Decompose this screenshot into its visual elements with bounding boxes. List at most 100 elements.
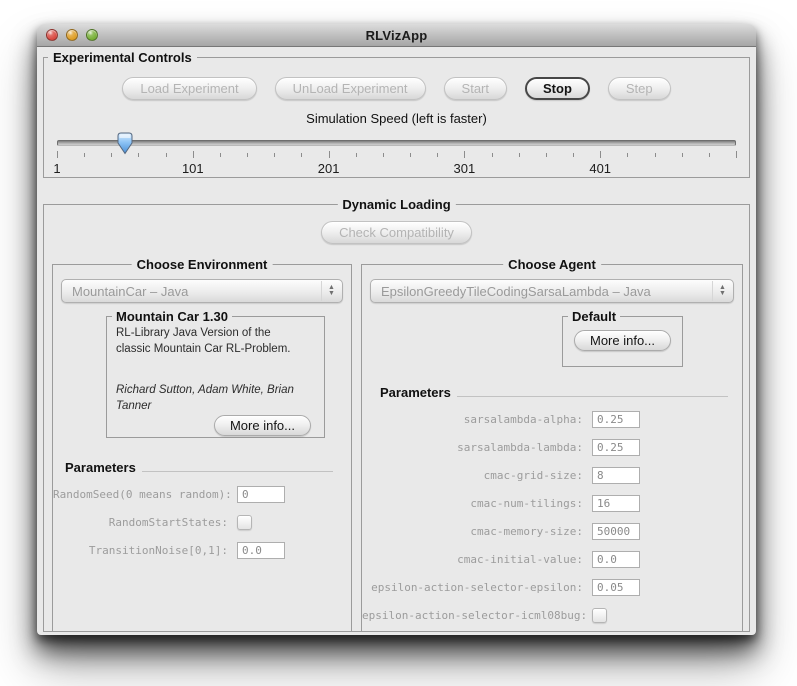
choose-environment-title: Choose Environment [131, 257, 273, 272]
tick-mark [736, 151, 737, 158]
title-bar[interactable]: RLVizApp [37, 24, 756, 47]
environment-info-title: Mountain Car 1.30 [112, 309, 232, 324]
parameter-row: sarsalambda-alpha: 0.25 [362, 410, 742, 428]
randomseed-0-means-random-field[interactable]: 0 [237, 485, 285, 503]
environment-more-info-button[interactable]: More info... [213, 415, 311, 437]
cmac-memory-size-field[interactable]: 50000 [592, 522, 640, 540]
zoom-button[interactable] [86, 29, 98, 41]
sarsalambda-alpha-field[interactable]: 0.25 [592, 410, 640, 428]
agent-parameters: sarsalambda-alpha: 0.25 sarsalambda-lambda… [362, 410, 742, 624]
sarsalambda-lambda-field[interactable]: 0.25 [592, 438, 640, 456]
parameter-row: epsilon-action-selector-epsilon: 0.05 [362, 578, 742, 596]
epsilon-action-selector-icml08bug-label: epsilon-action-selector-icml08bug: [362, 608, 588, 622]
window-title: RLVizApp [365, 27, 428, 43]
tick-mark [518, 153, 520, 157]
environment-description: RL-Library Java Version of the classic M… [116, 327, 291, 356]
slider-tick-label: 201 [317, 161, 340, 176]
tick-mark [219, 153, 221, 157]
agent-parameters-title: Parameters [380, 385, 451, 400]
experimental-controls-title: Experimental Controls [48, 50, 197, 65]
tick-mark [301, 153, 303, 157]
cmac-initial-value-label: cmac-initial-value: [457, 552, 583, 566]
dropdown-arrows-icon: ▲ ▼ [321, 281, 341, 301]
choose-agent-group: Choose Agent EpsilonGreedyTileCodingSars… [361, 257, 743, 632]
environment-parameters-title: Parameters [65, 460, 136, 475]
parameter-row: cmac-initial-value: 0.0 [362, 550, 742, 568]
slider-tick-label: 101 [181, 161, 204, 176]
parameters-rule [141, 471, 333, 472]
cmac-num-tilings-field[interactable]: 16 [592, 494, 640, 512]
tick-mark [247, 153, 249, 157]
agent-dropdown[interactable]: EpsilonGreedyTileCodingSarsaLambda – Jav… [370, 279, 734, 303]
load-experiment-button[interactable]: Load Experiment [122, 77, 257, 100]
tick-mark [708, 153, 710, 157]
tick-mark [138, 153, 140, 157]
tick-mark [84, 153, 86, 157]
parameter-row: cmac-memory-size: 50000 [362, 522, 742, 540]
epsilon-action-selector-icml08bug-checkbox[interactable] [592, 607, 607, 623]
randomseed-0-means-random-label: RandomSeed(0 means random): [53, 487, 232, 501]
cmac-memory-size-label: cmac-memory-size: [470, 524, 583, 538]
tick-mark [464, 151, 466, 158]
agent-dropdown-value: EpsilonGreedyTileCodingSarsaLambda – Jav… [381, 283, 651, 299]
tick-mark [545, 153, 547, 157]
tick-mark [57, 151, 58, 158]
dynamic-loading-group: Dynamic Loading Check Compatibility Choo… [43, 197, 750, 632]
tick-mark [165, 153, 167, 157]
step-button[interactable]: Step [607, 77, 671, 100]
tick-mark [111, 153, 113, 157]
slider-tick-label: 301 [453, 161, 476, 176]
check-compatibility-button[interactable]: Check Compatibility [321, 221, 472, 244]
transitionnoise-0-1-field[interactable]: 0.0 [237, 541, 285, 559]
tick-mark [355, 153, 357, 157]
stop-button[interactable]: Stop [525, 77, 590, 100]
minimize-button[interactable] [66, 29, 78, 41]
parameters-rule [456, 396, 728, 397]
tick-mark [627, 153, 629, 157]
dropdown-arrows-icon: ▲ ▼ [712, 281, 732, 301]
environment-dropdown-value: MountainCar – Java [72, 283, 189, 299]
cmac-grid-size-field[interactable]: 8 [592, 466, 640, 484]
epsilon-action-selector-epsilon-label: epsilon-action-selector-epsilon: [371, 580, 583, 594]
slider-tick-label: 401 [589, 161, 612, 176]
slider-thumb-icon[interactable] [116, 132, 133, 155]
parameter-row: RandomStartStates: [53, 513, 351, 531]
cmac-initial-value-field[interactable]: 0.0 [592, 550, 640, 568]
parameter-row: sarsalambda-lambda: 0.25 [362, 438, 742, 456]
agent-info-box: Default More info... [562, 309, 683, 367]
tick-mark [274, 153, 276, 157]
app-window: RLVizApp Experimental Controls Load Expe… [37, 24, 756, 635]
agent-more-info-button[interactable]: More info... [573, 330, 672, 351]
sarsalambda-alpha-label: sarsalambda-alpha: [463, 412, 583, 426]
tick-mark [192, 151, 194, 158]
environment-parameters: RandomSeed(0 means random): 0 RandomStartS… [53, 485, 351, 559]
experiment-buttons: Load Experiment UnLoad Experiment Start Sto… [44, 77, 749, 100]
environment-info-box: Mountain Car 1.30 RL-Library Java Versio… [106, 309, 325, 438]
tick-mark [573, 153, 575, 157]
parameter-row: RandomSeed(0 means random): 0 [53, 485, 351, 503]
tick-mark [600, 151, 602, 158]
tick-mark [382, 153, 384, 157]
epsilon-action-selector-epsilon-field[interactable]: 0.05 [592, 578, 640, 596]
randomstartstates-checkbox[interactable] [237, 514, 252, 530]
simulation-speed-slider[interactable]: 1 101 201 301 401 [53, 131, 737, 183]
start-button[interactable]: Start [443, 77, 507, 100]
dynamic-loading-title: Dynamic Loading [337, 197, 456, 212]
choose-environment-group: Choose Environment MountainCar – Java ▲ ▼… [52, 257, 352, 632]
parameter-row: cmac-num-tilings: 16 [362, 494, 742, 512]
randomstartstates-label: RandomStartStates: [108, 515, 228, 529]
slider-track[interactable] [57, 140, 736, 146]
slider-tick-label: 1 [53, 161, 61, 176]
environment-dropdown[interactable]: MountainCar – Java ▲ ▼ [61, 279, 343, 303]
cmac-grid-size-label: cmac-grid-size: [483, 468, 583, 482]
sarsalambda-lambda-label: sarsalambda-lambda: [457, 440, 583, 454]
unload-experiment-button[interactable]: UnLoad Experiment [274, 77, 426, 100]
cmac-num-tilings-label: cmac-num-tilings: [470, 496, 583, 510]
simulation-speed-label: Simulation Speed (left is faster) [306, 111, 487, 126]
tick-mark [491, 153, 493, 157]
close-button[interactable] [46, 29, 58, 41]
tick-mark [681, 153, 683, 157]
tick-mark [410, 153, 412, 157]
agent-info-title: Default [568, 309, 621, 324]
parameter-row: TransitionNoise[0,1]: 0.0 [53, 541, 351, 559]
